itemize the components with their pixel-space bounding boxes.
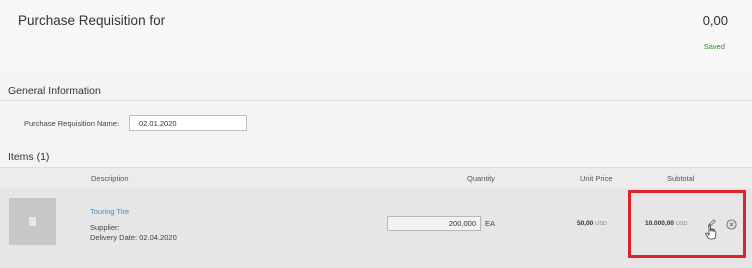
unit-price: 50,00 USD bbox=[577, 220, 607, 227]
supplier-label: Supplier: bbox=[90, 223, 120, 232]
column-header-quantity: Quantity bbox=[467, 174, 495, 183]
pr-name-input[interactable] bbox=[129, 115, 247, 131]
delivery-date: Delivery Date: 02.04.2020 bbox=[90, 233, 177, 242]
quantity-input[interactable] bbox=[387, 216, 481, 231]
product-placeholder-icon bbox=[29, 217, 36, 226]
delivery-date-value: 02.04.2020 bbox=[139, 233, 177, 242]
status-label: Saved bbox=[703, 42, 725, 51]
quantity-unit: EA bbox=[485, 219, 496, 228]
items-table-header: Description Quantity Unit Price Subtotal bbox=[0, 167, 752, 189]
close-circle-icon[interactable] bbox=[726, 219, 737, 230]
section-divider bbox=[0, 100, 752, 101]
items-title: Items (1) bbox=[8, 151, 50, 163]
item-name-link[interactable]: Touring Tire bbox=[90, 207, 129, 216]
column-header-subtotal: Subtotal bbox=[667, 174, 695, 183]
general-information-title: General Information bbox=[8, 85, 101, 97]
total-amount: 0,00 bbox=[702, 13, 728, 28]
pr-name-label: Purchase Requisition Name: bbox=[24, 119, 120, 128]
hand-cursor-icon bbox=[705, 224, 717, 240]
delivery-date-label: Delivery Date: bbox=[90, 233, 138, 242]
page-title: Purchase Requisition for bbox=[18, 13, 166, 28]
page-header: Purchase Requisition for 0,00 Saved bbox=[0, 0, 752, 72]
column-header-description: Description bbox=[91, 174, 129, 183]
unit-price-currency: USD bbox=[595, 221, 607, 227]
product-thumbnail bbox=[9, 198, 56, 245]
unit-price-value: 50,00 bbox=[577, 220, 594, 227]
column-header-unit-price: Unit Price bbox=[580, 174, 613, 183]
